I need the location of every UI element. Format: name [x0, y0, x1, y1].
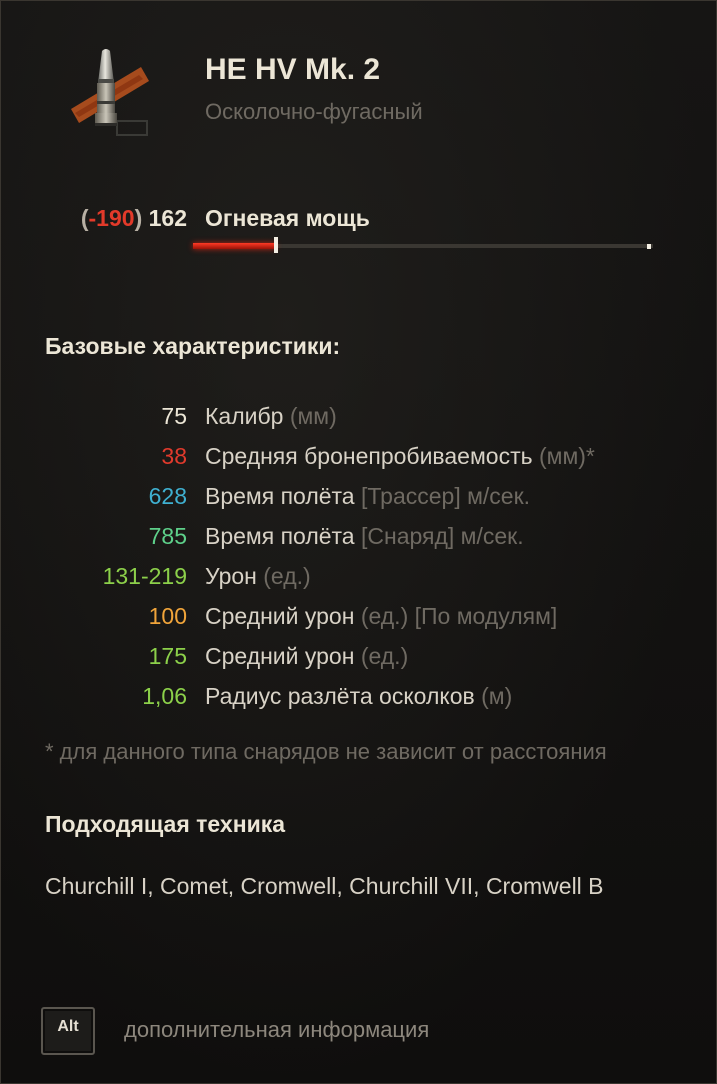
shell-type: Осколочно-фугасный: [205, 99, 423, 124]
stat-label: Средняя бронепробиваемость (мм)*: [205, 443, 595, 470]
stat-label-text: Время полёта: [205, 523, 355, 549]
stat-label-text: Урон: [205, 563, 257, 589]
stat-value: 131-219: [102, 563, 187, 589]
stat-unit: (ед.): [263, 563, 311, 589]
firepower-label: Огневая мощь: [205, 205, 370, 231]
stat-row: 131-219 Урон (ед.): [1, 557, 717, 597]
stat-label: Средний урон (ед.): [205, 643, 408, 670]
firepower-values: (-190) 162: [41, 205, 187, 232]
stat-value: 175: [148, 643, 187, 669]
alt-hint: дополнительная информация: [124, 1017, 430, 1042]
stat-row: 1,06 Радиус разлёта осколков (м): [1, 677, 717, 717]
stat-label: Урон (ед.): [205, 563, 311, 590]
stat-row: 38 Средняя бронепробиваемость (мм)*: [1, 437, 717, 477]
stat-row: 175 Средний урон (ед.): [1, 637, 717, 677]
shell-tooltip: HE HV Mk. 2 Осколочно-фугасный (-190) 16…: [0, 0, 717, 1084]
stat-label-text: Средний урон: [205, 603, 355, 629]
delta-close: ): [134, 205, 143, 231]
stat-label-text: Калибр: [205, 403, 284, 429]
stat-unit: [Снаряд] м/сек.: [361, 523, 524, 549]
stat-value: 628: [148, 483, 187, 509]
alt-key-button[interactable]: Alt: [41, 1007, 95, 1055]
firepower-bar-fill: [193, 243, 276, 249]
stat-value: 38: [161, 443, 187, 469]
stat-label: Калибр (мм): [205, 403, 337, 430]
stat-row: 785 Время полёта [Снаряд] м/сек.: [1, 517, 717, 557]
base-stats-title: Базовые характеристики:: [45, 333, 341, 359]
stat-unit: (мм): [289, 403, 337, 429]
stat-unit: [Трассер] м/сек.: [361, 483, 531, 509]
stat-label: Время полёта [Трассер] м/сек.: [205, 483, 530, 510]
stat-unit: (ед.) [По модулям]: [360, 603, 558, 629]
vehicles-title: Подходящая техника: [45, 811, 286, 837]
vehicles-list: Churchill I, Comet, Cromwell, Churchill …: [45, 873, 604, 899]
stat-label-text: Время полёта: [205, 483, 355, 509]
shell-name: HE HV Mk. 2: [205, 53, 381, 86]
he-shell-icon: [69, 45, 151, 137]
stat-row: 100 Средний урон (ед.) [По модулям]: [1, 597, 717, 637]
delta-open: (: [80, 205, 89, 231]
firepower-bar-end: [647, 244, 651, 249]
firepower-delta: -190: [88, 205, 135, 231]
stat-row: 628 Время полёта [Трассер] м/сек.: [1, 477, 717, 517]
stat-value: 75: [161, 403, 187, 429]
stat-unit: (м): [481, 683, 513, 709]
stat-label: Время полёта [Снаряд] м/сек.: [205, 523, 524, 550]
stat-value: 785: [148, 523, 187, 549]
stats-list: 75 Калибр (мм) 38 Средняя бронепробиваемост…: [1, 397, 717, 717]
stat-label: Средний урон (ед.) [По модулям]: [205, 603, 557, 630]
firepower-value: 162: [148, 205, 187, 231]
stat-label-text: Средняя бронепробиваемость: [205, 443, 533, 469]
firepower-bar-marker: [274, 237, 278, 253]
stat-value: 1,06: [142, 683, 187, 709]
alt-key-label: Alt: [57, 1018, 79, 1035]
stat-label: Радиус разлёта осколков (м): [205, 683, 512, 710]
stat-row: 75 Калибр (мм): [1, 397, 717, 437]
stat-unit: (ед.): [360, 643, 409, 669]
stat-label-text: Средний урон: [205, 643, 355, 669]
stat-value: 100: [148, 603, 187, 629]
footnote: * для данного типа снарядов не зависит о…: [45, 739, 607, 764]
stat-label-text: Радиус разлёта осколков: [205, 683, 475, 709]
stat-unit: (мм)*: [538, 443, 595, 469]
